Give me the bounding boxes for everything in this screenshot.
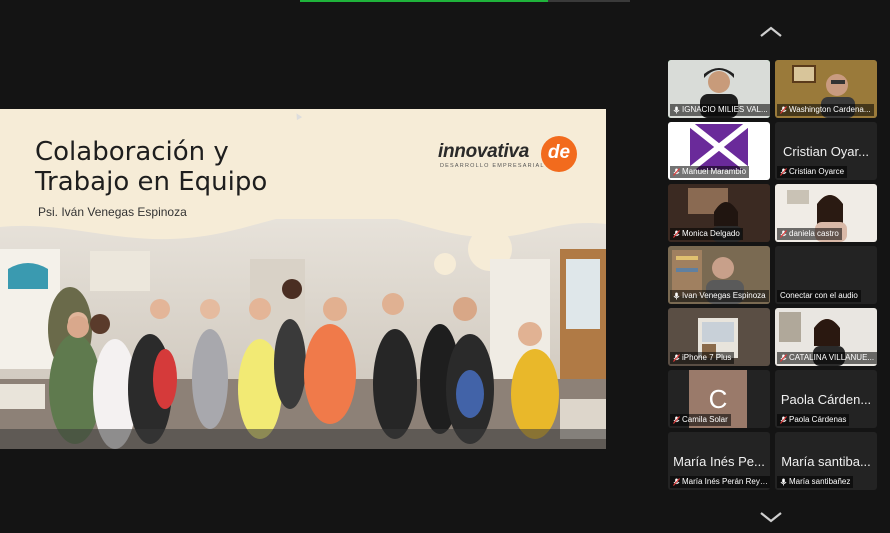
participant-name-text: Paola Cárdenas: [789, 415, 847, 424]
participant-name-text: Cristian Oyarce: [789, 167, 845, 176]
participant-display-name: María santiba...: [781, 454, 871, 469]
participant-tile[interactable]: María santiba... María santibañez: [775, 432, 877, 490]
participant-name-text: iPhone 7 Plus: [682, 353, 732, 362]
participant-name: iPhone 7 Plus: [670, 352, 735, 364]
participant-tile[interactable]: IGNACIO MILIES VAL...: [668, 60, 770, 118]
participant-name-text: María Inés Perán Reyes: [682, 477, 769, 486]
participant-tile[interactable]: Washington Cardena...: [775, 60, 877, 118]
participant-tile[interactable]: Conectar con el audio: [775, 246, 877, 304]
participant-name: daniela castro: [777, 228, 842, 240]
participant-tile[interactable]: Ivan Venegas Espinoza: [668, 246, 770, 304]
participant-name-text: IGNACIO MILIES VAL...: [682, 105, 768, 114]
participant-name: Paola Cárdenas: [777, 414, 850, 426]
chevron-up-icon[interactable]: [758, 25, 784, 39]
participant-name: CATALINA VILLANUE...: [777, 352, 877, 364]
participant-name-text: CATALINA VILLANUE...: [789, 353, 875, 362]
participant-tile[interactable]: Manuel Marambio: [668, 122, 770, 180]
participant-tile[interactable]: iPhone 7 Plus: [668, 308, 770, 366]
participant-display-name: Cristian Oyar...: [783, 144, 869, 159]
share-progress-bar: [300, 0, 630, 2]
shared-screen-slide: Colaboración y Trabajo en Equipo Psi. Iv…: [0, 109, 606, 449]
logo-tagline: DESARROLLO EMPRESARIAL: [440, 163, 545, 169]
participant-tile[interactable]: Cristian Oyar... Cristian Oyarce: [775, 122, 877, 180]
participant-name: Monica Delgado: [670, 228, 743, 240]
participant-tile[interactable]: CATALINA VILLANUE...: [775, 308, 877, 366]
participant-name-text: Conectar con el audio: [780, 291, 858, 300]
chevron-down-icon[interactable]: [758, 510, 784, 524]
participant-name-text: Monica Delgado: [682, 229, 740, 238]
participant-name-text: Washington Cardena...: [789, 105, 871, 114]
participant-name: Camila Solar: [670, 414, 731, 426]
participant-tile[interactable]: C Camila Solar: [668, 370, 770, 428]
participant-tile[interactable]: María Inés Pe... María Inés Perán Reyes: [668, 432, 770, 490]
participant-name: Washington Cardena...: [777, 104, 874, 116]
participant-name: María Inés Perán Reyes: [670, 476, 770, 488]
participant-name: Cristian Oyarce: [777, 166, 848, 178]
participant-name: Manuel Marambio: [670, 166, 750, 178]
share-progress-fill: [300, 0, 548, 2]
participant-tile[interactable]: Paola Cárden... Paola Cárdenas: [775, 370, 877, 428]
participant-name: Ivan Venegas Espinoza: [670, 290, 769, 302]
slide-subtitle: Psi. Iván Venegas Espinoza: [38, 205, 187, 219]
participant-display-name: María Inés Pe...: [673, 454, 765, 469]
participant-display-name: Paola Cárden...: [780, 392, 872, 407]
slide-title: Colaboración y Trabajo en Equipo: [35, 137, 268, 197]
participant-tile[interactable]: Monica Delgado: [668, 184, 770, 242]
participant-name: María santibañez: [777, 476, 854, 488]
participant-name-text: Ivan Venegas Espinoza: [682, 291, 766, 300]
logo-word: innovativa: [438, 141, 529, 162]
connect-audio-label: Conectar con el audio: [777, 290, 861, 302]
participant-name: IGNACIO MILIES VAL...: [670, 104, 770, 116]
participant-name-text: daniela castro: [789, 229, 839, 238]
participant-tile[interactable]: daniela castro: [775, 184, 877, 242]
participant-name-text: María santibañez: [789, 477, 851, 486]
participant-name-text: Camila Solar: [682, 415, 728, 424]
participant-name-text: Manuel Marambio: [682, 167, 747, 176]
innovativa-logo: innovativa de DESARROLLO EMPRESARIAL: [438, 135, 578, 175]
logo-circle: de: [541, 136, 577, 172]
